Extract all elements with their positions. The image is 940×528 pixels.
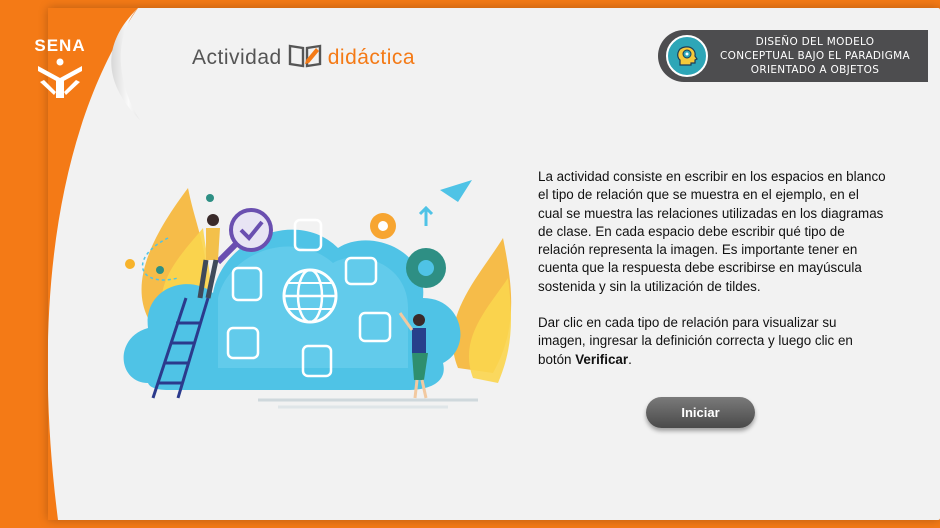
topic-title: DISEÑO DEL MODELO CONCEPTUAL BAJO EL PAR… (708, 35, 928, 77)
instructions-p2-end: . (628, 351, 632, 367)
topic-line-1: DISEÑO DEL MODELO (755, 36, 875, 48)
brand-word-didactica: didáctica (327, 46, 416, 69)
activity-brand: Actividad didáctica (192, 43, 415, 73)
cloud-technology-illustration (123, 180, 512, 409)
instructions-paragraph-1: La actividad consiste en escribir en los… (538, 169, 886, 294)
topic-line-3: ORIENTADO A OBJETOS (750, 64, 880, 76)
brand-word-actividad: Actividad (192, 46, 282, 69)
open-book-pencil-icon (288, 42, 322, 74)
sena-logo-text: SENA (34, 36, 86, 55)
instructions-verify-word: Verificar (575, 351, 629, 367)
topic-line-2: CONCEPTUAL BAJO EL PARADIGMA (720, 50, 910, 62)
activity-instructions: La actividad consiste en escribir en los… (538, 168, 886, 387)
topic-banner: DISEÑO DEL MODELO CONCEPTUAL BAJO EL PAR… (658, 30, 928, 82)
head-gear-icon (666, 35, 708, 77)
start-button[interactable]: Iniciar (646, 397, 755, 428)
instructions-paragraph-2: Dar clic en cada tipo de relación para v… (538, 314, 886, 369)
